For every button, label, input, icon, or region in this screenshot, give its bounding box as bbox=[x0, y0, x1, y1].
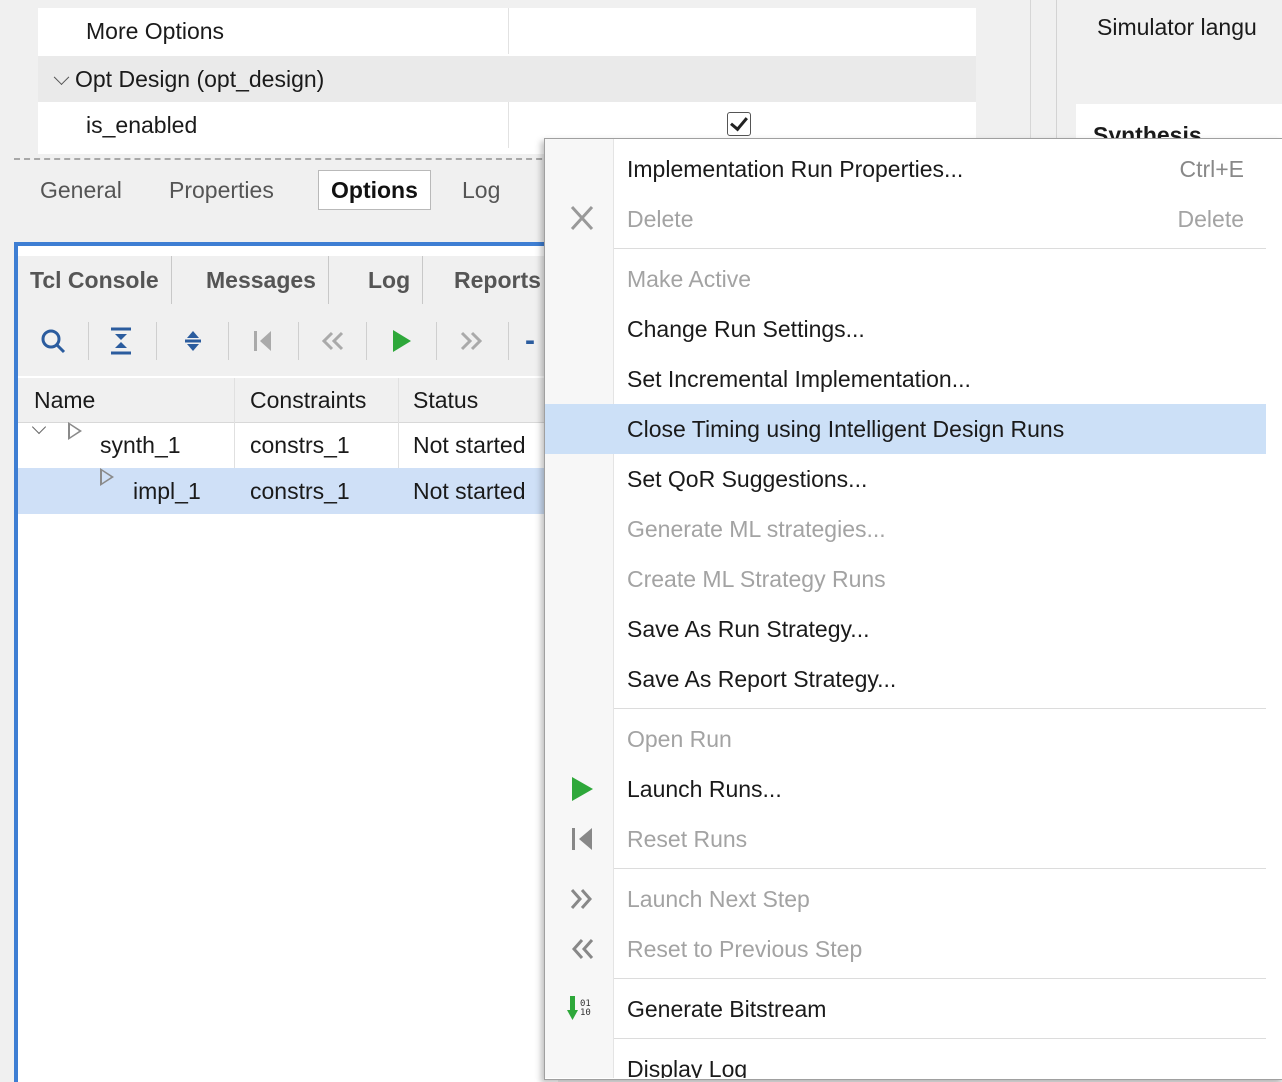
play-icon bbox=[567, 764, 597, 814]
section-label: Opt Design (opt_design) bbox=[75, 66, 325, 92]
menu-item-reset-previous-step[interactable]: Reset to Previous Step bbox=[545, 924, 1266, 974]
collapse-all-icon[interactable] bbox=[102, 318, 140, 364]
option-section-opt-design[interactable]: Opt Design (opt_design) bbox=[38, 56, 976, 102]
next-icon[interactable] bbox=[452, 318, 490, 364]
next-step-icon bbox=[567, 874, 597, 924]
table-row-synth-1[interactable]: synth_1 constrs_1 Not started bbox=[18, 419, 558, 468]
tab-console-log[interactable]: Log bbox=[356, 256, 424, 304]
menu-item-create-ml-runs[interactable]: Create ML Strategy Runs bbox=[545, 554, 1266, 604]
simulator-language-label: Simulator langu bbox=[1097, 14, 1257, 40]
column-name[interactable]: Name bbox=[34, 378, 95, 422]
previous-step-icon bbox=[567, 924, 597, 974]
menu-item-set-qor[interactable]: Set QoR Suggestions... bbox=[545, 454, 1266, 504]
menu-item-close-timing[interactable]: Close Timing using Intelligent Design Ru… bbox=[545, 404, 1266, 454]
column-constraints[interactable]: Constraints bbox=[250, 378, 366, 422]
column-status[interactable]: Status bbox=[413, 378, 478, 422]
menu-item-launch-next-step[interactable]: Launch Next Step bbox=[545, 874, 1266, 924]
minus-icon[interactable]: - bbox=[520, 318, 540, 364]
play-icon[interactable] bbox=[382, 318, 420, 364]
options-table: More Options Opt Design (opt_design) is_… bbox=[38, 8, 976, 154]
menu-item-save-report-strategy[interactable]: Save As Report Strategy... bbox=[545, 654, 1266, 704]
run-name: synth_1 bbox=[100, 432, 181, 458]
menu-item-make-active[interactable]: Make Active bbox=[545, 254, 1266, 304]
table-row-impl-1[interactable]: impl_1 constrs_1 Not started bbox=[18, 468, 558, 514]
previous-icon[interactable] bbox=[314, 318, 352, 364]
menu-item-display-log[interactable]: Display Log bbox=[545, 1044, 1266, 1078]
menu-item-save-run-strategy[interactable]: Save As Run Strategy... bbox=[545, 604, 1266, 654]
menu-item-run-properties[interactable]: Implementation Run Properties... Ctrl+E bbox=[545, 144, 1266, 194]
reset-icon[interactable] bbox=[244, 318, 282, 364]
run-status: Not started bbox=[413, 432, 526, 458]
menu-item-change-run-settings[interactable]: Change Run Settings... bbox=[545, 304, 1266, 354]
menu-item-generate-bitstream[interactable]: 01 10 Generate Bitstream bbox=[545, 984, 1266, 1034]
menu-item-set-incremental[interactable]: Set Incremental Implementation... bbox=[545, 354, 1266, 404]
tab-tcl-console[interactable]: Tcl Console bbox=[18, 256, 172, 304]
tab-properties[interactable]: Properties bbox=[157, 170, 286, 210]
tab-options[interactable]: Options bbox=[318, 170, 431, 210]
run-constraints: constrs_1 bbox=[250, 432, 350, 458]
tab-reports[interactable]: Reports bbox=[442, 256, 553, 304]
menu-item-open-run[interactable]: Open Run bbox=[545, 714, 1266, 764]
run-constraints: constrs_1 bbox=[250, 478, 350, 504]
menu-item-delete[interactable]: Delete Delete bbox=[545, 194, 1266, 244]
shortcut-label: Ctrl+E bbox=[1179, 156, 1244, 182]
search-icon[interactable] bbox=[34, 318, 72, 364]
option-name: is_enabled bbox=[86, 112, 198, 138]
tab-log[interactable]: Log bbox=[450, 170, 512, 210]
run-status: Not started bbox=[413, 478, 526, 504]
option-value[interactable] bbox=[508, 8, 977, 54]
is-enabled-checkbox[interactable] bbox=[727, 112, 751, 136]
chevron-down-icon[interactable] bbox=[53, 69, 70, 86]
menu-item-launch-runs[interactable]: Launch Runs... bbox=[545, 764, 1266, 814]
reset-icon bbox=[567, 814, 597, 864]
svg-text:10: 10 bbox=[580, 1008, 591, 1018]
tab-general[interactable]: General bbox=[28, 170, 134, 210]
bitstream-icon: 01 10 bbox=[567, 984, 597, 1034]
shortcut-label: Delete bbox=[1177, 206, 1244, 232]
tab-messages[interactable]: Messages bbox=[194, 256, 329, 304]
menu-item-generate-ml-strategies[interactable]: Generate ML strategies... bbox=[545, 504, 1266, 554]
run-name: impl_1 bbox=[133, 478, 201, 504]
option-name: More Options bbox=[86, 18, 225, 44]
delete-x-icon bbox=[567, 194, 597, 244]
expand-all-icon[interactable] bbox=[174, 318, 212, 364]
menu-item-reset-runs[interactable]: Reset Runs bbox=[545, 814, 1266, 864]
option-row-more-options[interactable]: More Options bbox=[38, 8, 976, 54]
